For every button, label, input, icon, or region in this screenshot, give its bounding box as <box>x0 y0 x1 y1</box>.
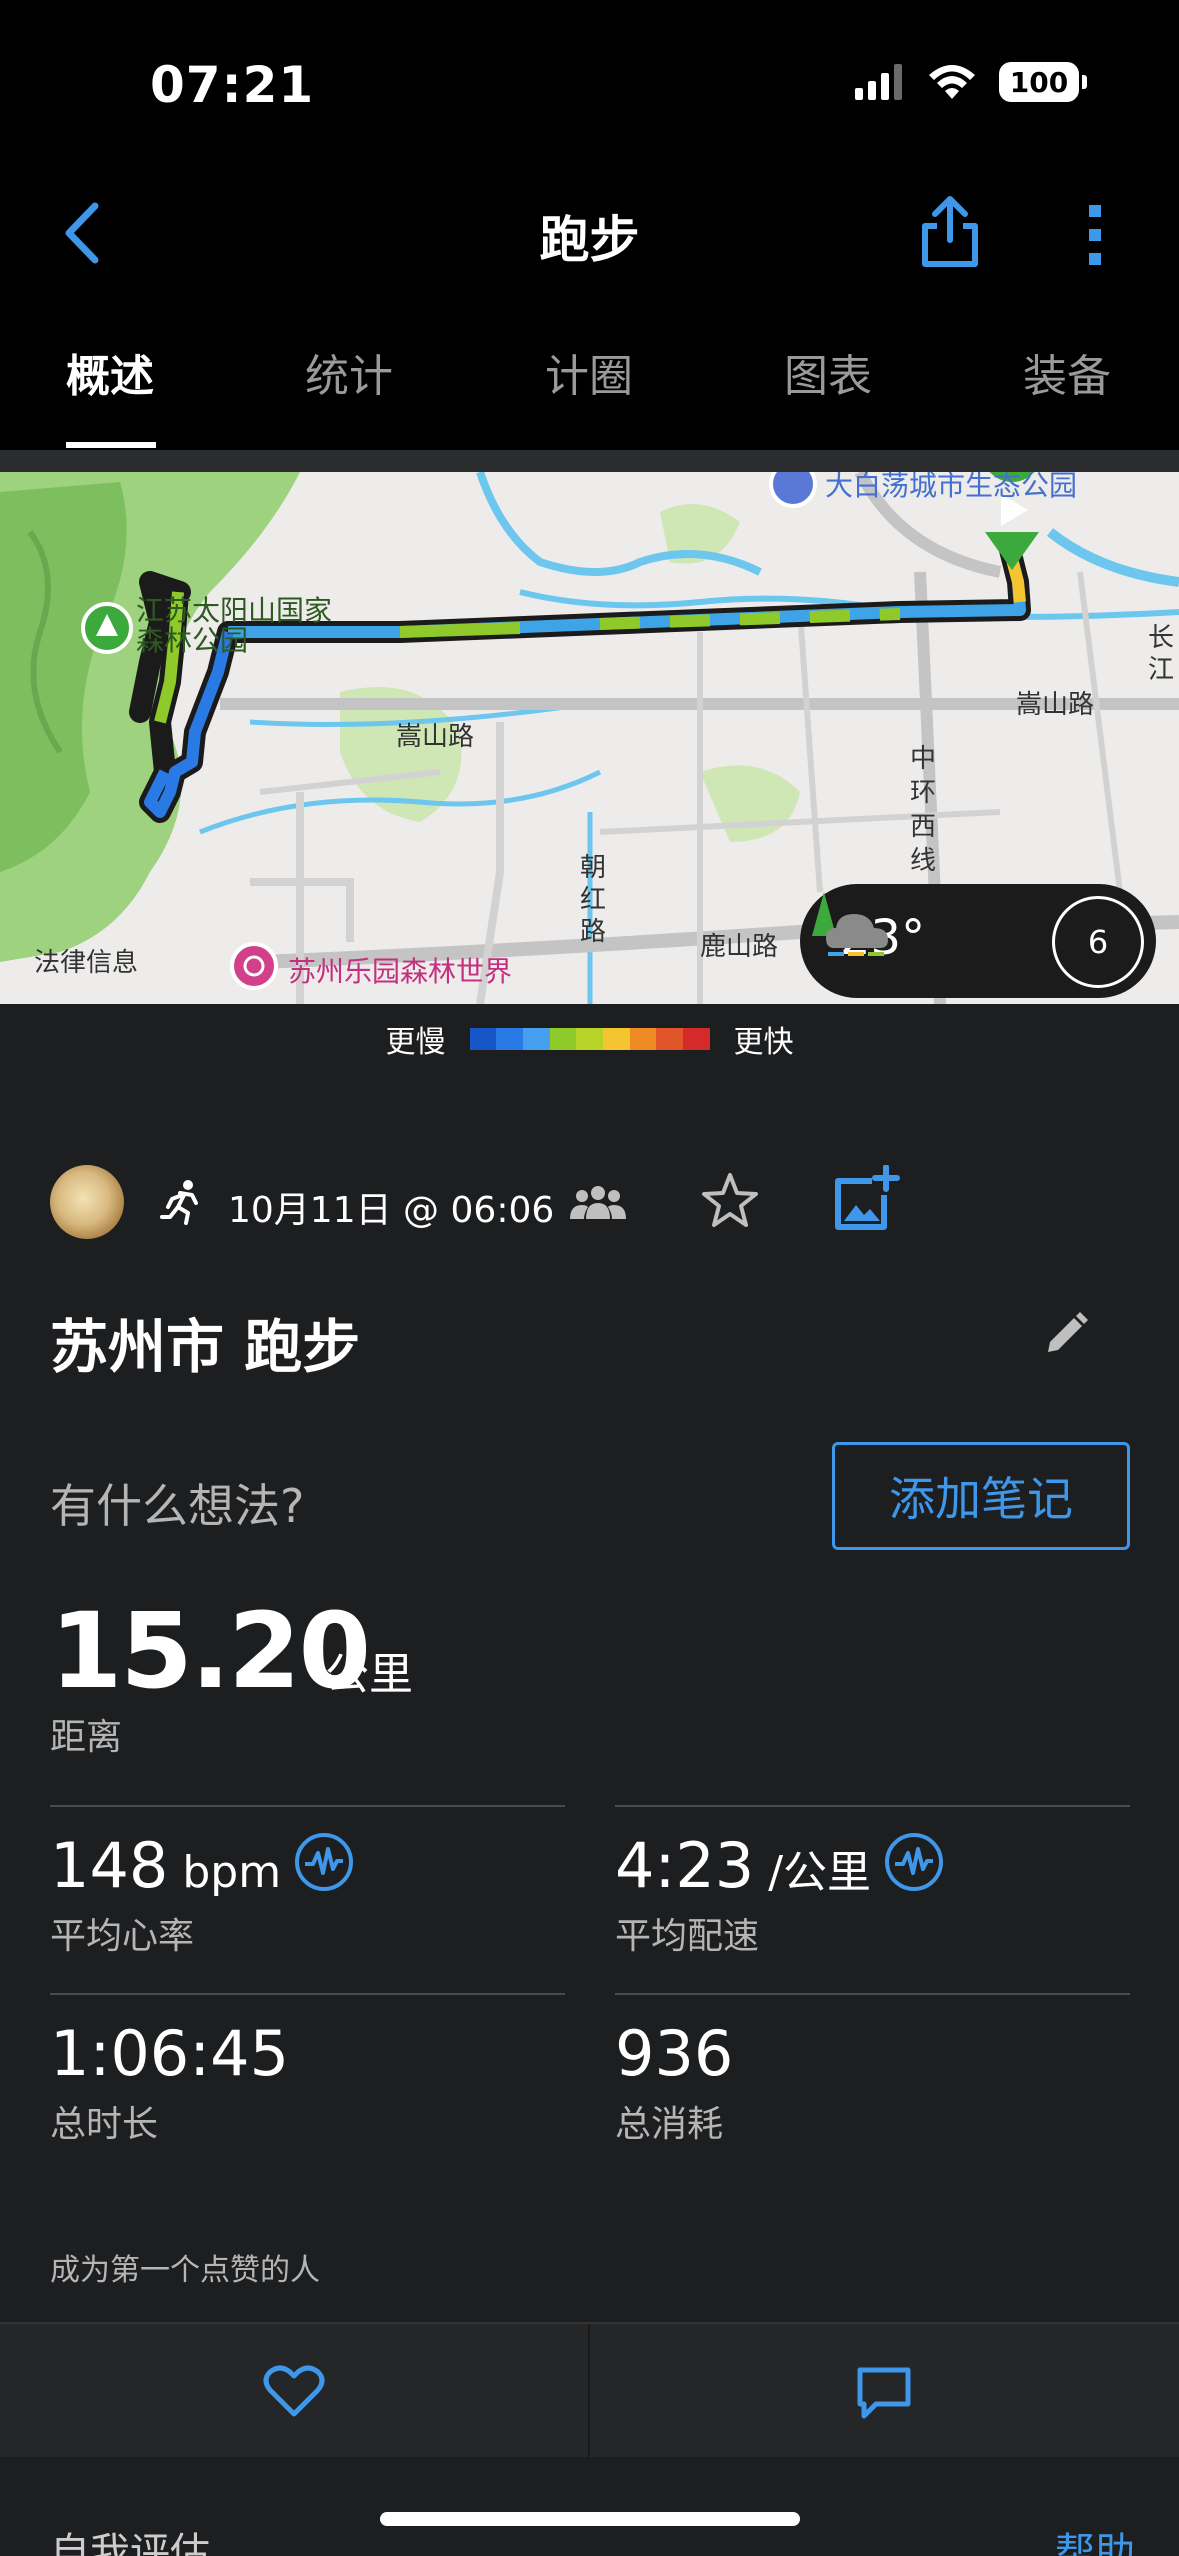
stat-value: 148 bpm <box>50 1829 355 1902</box>
stat-total-calories[interactable]: 936 总消耗 <box>615 1993 1130 2173</box>
stat-label: 总消耗 <box>615 2104 724 2145</box>
map-label-road-lushan: 鹿山路 <box>700 932 779 962</box>
map-label-road-chaohong: 朝红路 <box>580 853 607 947</box>
pace-value: 4:23 <box>615 1829 755 1902</box>
activity-meta-row: 10月11日 @ 06:06 <box>50 1165 1140 1245</box>
self-evaluation-label: 自我评估 <box>50 2530 210 2556</box>
status-bar: 07:21 100 <box>0 0 1179 170</box>
cloud-tree-weather-icon <box>812 892 888 956</box>
pace-color-segment <box>549 1028 577 1050</box>
pace-color-segment <box>629 1028 657 1050</box>
pace-color-segment <box>602 1028 630 1050</box>
share-icon[interactable] <box>915 192 985 272</box>
pace-color-segment <box>522 1028 550 1050</box>
pace-unit: /公里 <box>754 1847 872 1898</box>
home-indicator <box>380 2512 800 2526</box>
distance-unit: 公里 <box>325 1649 413 1700</box>
help-link[interactable]: 帮助 <box>1055 2520 1135 2556</box>
pace-color-segment <box>656 1028 683 1050</box>
heart-rate-unit: bpm <box>168 1847 282 1898</box>
pace-color-segment <box>682 1028 710 1050</box>
active-tab-indicator <box>66 442 156 448</box>
status-icons: 100 <box>855 62 1087 102</box>
tab-laps[interactable]: 计圈 <box>545 340 633 404</box>
wifi-icon <box>929 65 975 99</box>
stat-label: 平均配速 <box>615 1916 760 1957</box>
like-button[interactable] <box>0 2324 588 2459</box>
pace-color-segment <box>576 1028 603 1050</box>
pulse-icon[interactable] <box>293 1831 355 1893</box>
activity-date: 10月11日 @ 06:06 <box>228 1190 555 1231</box>
map-legal-link[interactable]: 法律信息 <box>34 942 138 979</box>
map-label-forest-park: 江苏太阳山国家森林公园 <box>136 594 333 657</box>
tab-stats[interactable]: 统计 <box>305 340 393 404</box>
route-map[interactable]: 大白荡城市生态公园 江苏太阳山国家森林公园 嵩山路 嵩山路 中环西线 朝红路 鹿… <box>0 472 1179 1004</box>
pace-color-segment <box>469 1028 497 1050</box>
stat-label: 平均心率 <box>50 1916 195 1957</box>
nav-bar: 跑步 <box>0 170 1179 310</box>
map-label-park-north: 大白荡城市生态公园 <box>825 472 1078 502</box>
activity-title: 苏州市 跑步 <box>50 1313 361 1381</box>
pace-legend: 更慢 更快 <box>0 1004 1179 1074</box>
add-note-button[interactable]: 添加笔记 <box>832 1442 1130 1550</box>
map-label-changjiang: 长江 <box>1148 623 1175 685</box>
tab-charts[interactable]: 图表 <box>784 340 872 404</box>
pulse-icon[interactable] <box>883 1831 945 1893</box>
cellular-signal-icon <box>855 64 902 100</box>
stat-total-time[interactable]: 1:06:45 总时长 <box>50 1993 565 2173</box>
map-label-road-songshan-left: 嵩山路 <box>396 722 475 752</box>
avatar[interactable] <box>50 1165 124 1239</box>
distance-label: 距离 <box>50 1717 123 1758</box>
note-prompt: 有什么想法? <box>50 1479 305 1533</box>
page-title: 跑步 <box>539 211 640 269</box>
group-icon[interactable] <box>568 1183 628 1223</box>
running-icon <box>160 1180 198 1225</box>
section-divider <box>0 450 1179 472</box>
stat-value: 4:23 /公里 <box>615 1829 945 1902</box>
comment-button[interactable] <box>590 2324 1178 2459</box>
map-label-road-zhonghuan: 中环西线 <box>910 744 937 876</box>
map-label-amusement-park: 苏州乐园森林世界 <box>288 955 513 988</box>
comment-icon <box>857 2367 911 2418</box>
pace-color-scale <box>469 1028 710 1050</box>
more-vertical-icon[interactable] <box>1080 195 1110 275</box>
legend-slower-label: 更慢 <box>385 1025 446 1060</box>
stat-value: 936 <box>615 2017 734 2090</box>
battery-indicator: 100 <box>999 62 1087 102</box>
tab-overview[interactable]: 概述 <box>66 340 154 404</box>
stat-value: 1:06:45 <box>50 2017 290 2090</box>
stat-avg-pace[interactable]: 4:23 /公里 平均配速 <box>615 1805 1130 1985</box>
edit-pencil-icon[interactable] <box>1040 1310 1090 1360</box>
distance-value: 15.20 <box>50 1590 371 1712</box>
heart-rate-value: 148 <box>50 1829 169 1902</box>
star-icon[interactable] <box>698 1169 762 1233</box>
status-time: 07:21 <box>150 56 315 114</box>
like-prompt: 成为第一个点赞的人 <box>50 2253 320 2288</box>
add-photo-icon[interactable] <box>830 1165 900 1235</box>
legend-faster-label: 更快 <box>733 1025 794 1060</box>
map-label-road-songshan-right: 嵩山路 <box>1016 690 1095 720</box>
heart-icon <box>263 2365 325 2416</box>
tab-gear[interactable]: 装备 <box>1023 340 1111 404</box>
tab-bar: 概述 统计 计圈 图表 装备 <box>0 310 1179 450</box>
moon-phase-icon: 6 <box>1052 896 1144 988</box>
pace-color-segment <box>496 1028 523 1050</box>
social-action-bar <box>0 2322 1179 2459</box>
weather-badge[interactable]: 23° 6 <box>800 884 1156 998</box>
stat-label: 总时长 <box>50 2104 159 2145</box>
stat-avg-heart-rate[interactable]: 148 bpm 平均心率 <box>50 1805 565 1985</box>
